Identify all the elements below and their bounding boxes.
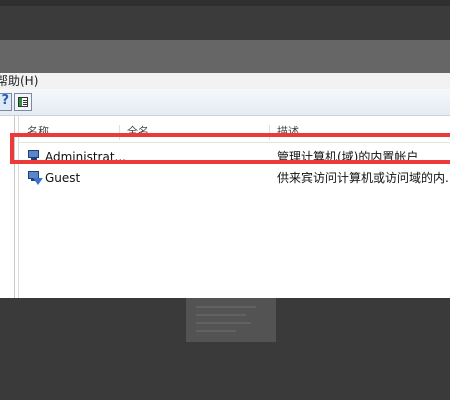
toolbar: ? [0, 89, 450, 116]
background-top-gray [0, 40, 450, 73]
blurred-background-window [186, 298, 276, 342]
help-icon: ? [1, 93, 9, 108]
user-download-icon [27, 170, 43, 186]
help-button[interactable]: ? [0, 93, 12, 111]
background-top-stripe [0, 0, 450, 6]
menubar: 帮助(H) [0, 73, 450, 89]
computer-management-window: 帮助(H) ? 名称 全名 描述 Administrat... 管理计算机(域)… [0, 73, 450, 298]
user-name: Guest [45, 171, 81, 185]
red-highlight-box [10, 133, 450, 164]
show-hide-pane-button[interactable] [14, 93, 32, 111]
background-top-dark [0, 0, 450, 40]
table-row[interactable]: Guest 供来宾访问计算机或访问域的内... [19, 168, 450, 188]
user-description: 供来宾访问计算机或访问域的内... [277, 171, 450, 185]
menu-help[interactable]: 帮助(H) [0, 73, 38, 89]
panel-icon [18, 97, 28, 107]
background-bottom [0, 298, 450, 400]
